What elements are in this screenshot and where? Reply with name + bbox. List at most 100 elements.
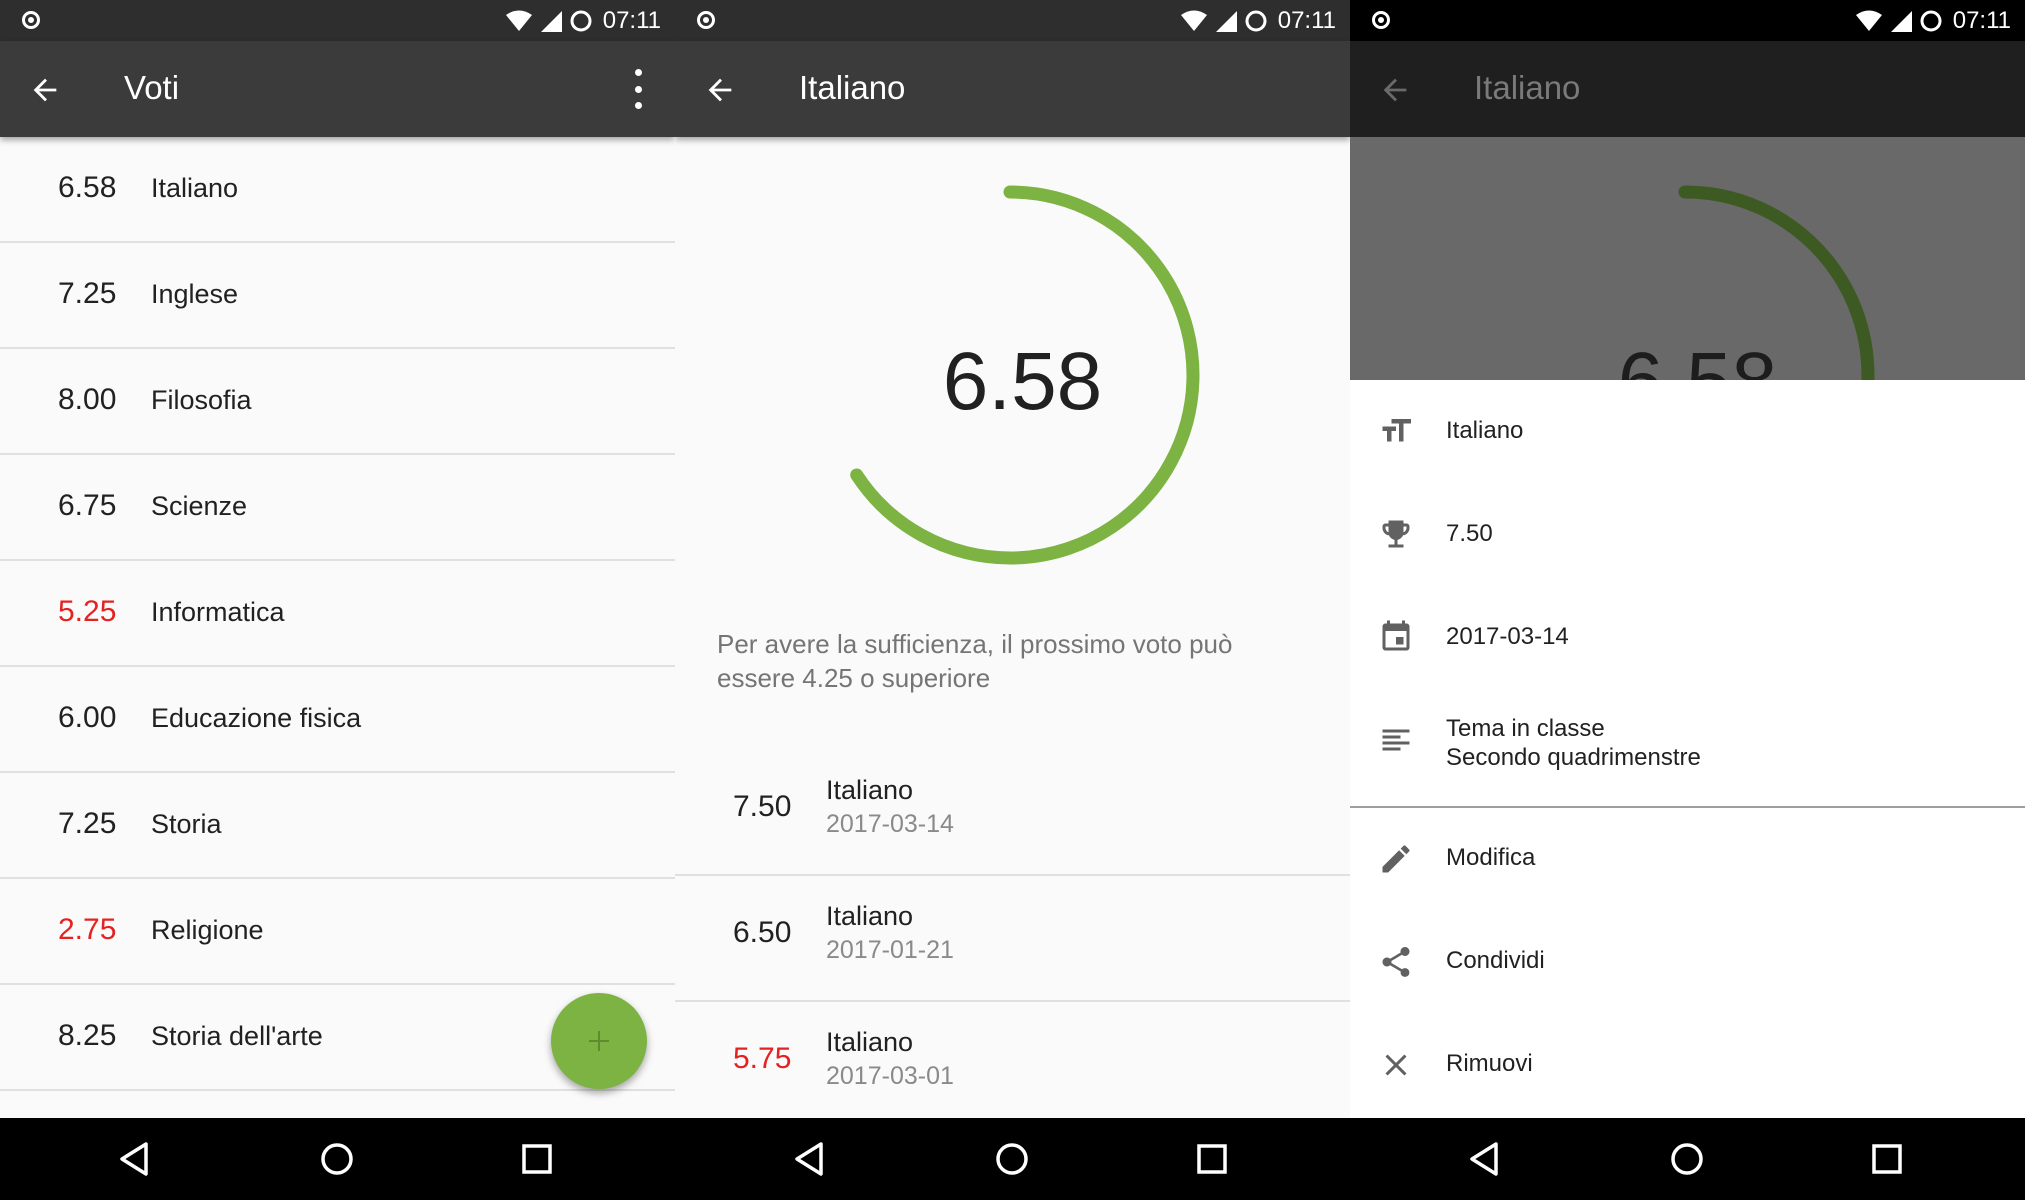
detail-date: 2017-03-14	[1350, 586, 2025, 689]
notification-icon	[697, 11, 715, 29]
calendar-icon	[1382, 620, 1410, 651]
back-arrow-icon[interactable]	[703, 73, 737, 107]
loading-icon	[1920, 10, 1942, 32]
remove-action-label: Rimuovi	[1446, 1050, 1533, 1077]
grade-list: 7.50 Italiano 2017-03-14 6.50 Italiano 2017-0…	[675, 750, 1350, 1126]
notification-icon	[1372, 11, 1390, 29]
navigation-bar	[0, 1118, 675, 1200]
grade-date: 2017-01-21	[826, 936, 954, 964]
nav-home-icon[interactable]	[993, 1140, 1031, 1178]
subject-name: Educazione fisica	[151, 703, 362, 733]
detail-subject: Italiano	[1350, 380, 2025, 483]
signal-icon	[540, 10, 562, 32]
add-grade-button[interactable]	[551, 993, 647, 1089]
subject-average: 5.25	[58, 595, 117, 628]
grade-date: 2017-03-14	[826, 810, 954, 838]
subject-name: Storia	[151, 809, 222, 839]
grade-subject: Italiano	[826, 775, 914, 805]
detail-date-text: 2017-03-14	[1446, 623, 1569, 650]
subject-row[interactable]: 2.75 Religione	[0, 879, 675, 985]
subject-average: 8.25	[58, 1019, 117, 1052]
grade-value: 6.50	[733, 916, 792, 949]
subject-row[interactable]: 6.58 Italiano	[0, 137, 675, 243]
subject-average: 2.75	[58, 913, 117, 946]
nav-back-icon[interactable]	[1466, 1140, 1504, 1178]
nav-back-icon[interactable]	[791, 1140, 829, 1178]
remove-action[interactable]: Rimuovi	[1350, 1014, 2025, 1117]
subject-name: Filosofia	[151, 385, 252, 415]
subject-row[interactable]: 7.25 Storia	[0, 773, 675, 879]
nav-recents-icon[interactable]	[1193, 1140, 1231, 1178]
status-bar: 07:11	[0, 0, 675, 41]
clock: 07:11	[602, 7, 661, 34]
subject-name: Storia dell'arte	[151, 1021, 323, 1051]
detail-description-line2: Secondo quadrimenstre	[1446, 744, 1701, 771]
back-arrow-icon	[1383, 78, 1407, 102]
close-icon	[1385, 1054, 1407, 1076]
subject-average: 7.25	[58, 277, 117, 310]
subject-name: Religione	[151, 915, 264, 945]
detail-value: 7.50	[1350, 483, 2025, 586]
dimmed-background[interactable]: Italiano 6.58	[1350, 41, 2025, 380]
wifi-icon	[505, 10, 532, 31]
status-bar: 07:11	[1350, 0, 2025, 41]
dimmed-app-bar: Italiano	[1350, 41, 2025, 137]
subject-row[interactable]: 6.75 Scienze	[0, 455, 675, 561]
nav-home-icon[interactable]	[318, 1140, 356, 1178]
nav-recents-icon[interactable]	[518, 1140, 556, 1178]
sufficiency-hint: Per avere la sufficienza, il prossimo vo…	[717, 629, 1233, 693]
subject-detail-screen: 07:11 Italiano 6.58 Per avere la suffici…	[675, 0, 1350, 1200]
text-size-icon	[1382, 419, 1411, 442]
edit-action-label: Modifica	[1446, 844, 1536, 871]
status-bar: 07:11	[675, 0, 1350, 41]
subject-row[interactable]: 6.00 Educazione fisica	[0, 667, 675, 773]
detail-subject-text: Italiano	[1446, 417, 1524, 444]
plus-icon	[589, 1031, 609, 1051]
grade-value: 7.50	[733, 790, 792, 823]
app-bar: Italiano	[675, 41, 1350, 137]
app-bar: Voti	[0, 41, 675, 137]
subject-row[interactable]: 8.00 Filosofia	[0, 349, 675, 455]
subject-row[interactable]: 5.25 Informatica	[0, 561, 675, 667]
nav-home-icon[interactable]	[1668, 1140, 1706, 1178]
detail-description-line1: Tema in classe	[1446, 715, 1605, 742]
grades-overview-screen: 07:11 Voti 6.58 Italiano 7.25 Inglese 8.00 Fi…	[0, 0, 675, 1200]
subject-average: 6.58	[58, 171, 117, 204]
overflow-menu-icon[interactable]	[631, 69, 645, 109]
wifi-icon	[1180, 10, 1207, 31]
signal-icon	[1890, 10, 1912, 32]
grade-value: 5.75	[733, 1042, 792, 1075]
nav-back-icon[interactable]	[116, 1140, 154, 1178]
grade-row[interactable]: 6.50 Italiano 2017-01-21	[675, 876, 1350, 1002]
grade-row[interactable]: 7.50 Italiano 2017-03-14	[675, 750, 1350, 876]
subject-name: Inglese	[151, 279, 239, 309]
clock: 07:11	[1952, 7, 2011, 34]
notes-icon	[1382, 729, 1410, 751]
share-action[interactable]: Condividi	[1350, 911, 2025, 1014]
loading-icon	[1245, 10, 1267, 32]
back-arrow-icon[interactable]	[28, 73, 62, 107]
edit-action[interactable]: Modifica	[1350, 808, 2025, 911]
nav-recents-icon[interactable]	[1868, 1140, 1906, 1178]
page-title: Italiano	[1474, 69, 1581, 106]
subject-row[interactable]: 7.25 Inglese	[0, 243, 675, 349]
bottom-sheet: Italiano 7.50 2017-03-14 Tema in classe …	[1350, 380, 2025, 1118]
subject-name: Italiano	[151, 173, 239, 203]
clock: 07:11	[1277, 7, 1336, 34]
average-value: 6.58	[1350, 335, 2025, 380]
subject-average: 6.00	[58, 701, 117, 734]
navigation-bar	[1350, 1118, 2025, 1200]
detail-value-text: 7.50	[1446, 520, 1493, 547]
page-title: Voti	[124, 69, 180, 106]
grade-subject: Italiano	[826, 901, 914, 931]
trophy-icon	[1382, 520, 1410, 548]
subject-name: Scienze	[151, 491, 248, 521]
share-action-label: Condividi	[1446, 947, 1545, 974]
subject-average: 7.25	[58, 807, 117, 840]
subject-average: 8.00	[58, 383, 117, 416]
grade-row[interactable]: 5.75 Italiano 2017-03-01	[675, 1002, 1350, 1126]
average-value: 6.58	[942, 336, 1103, 427]
grade-date: 2017-03-01	[826, 1062, 954, 1090]
page-title: Italiano	[799, 69, 906, 106]
notification-icon	[22, 11, 40, 29]
